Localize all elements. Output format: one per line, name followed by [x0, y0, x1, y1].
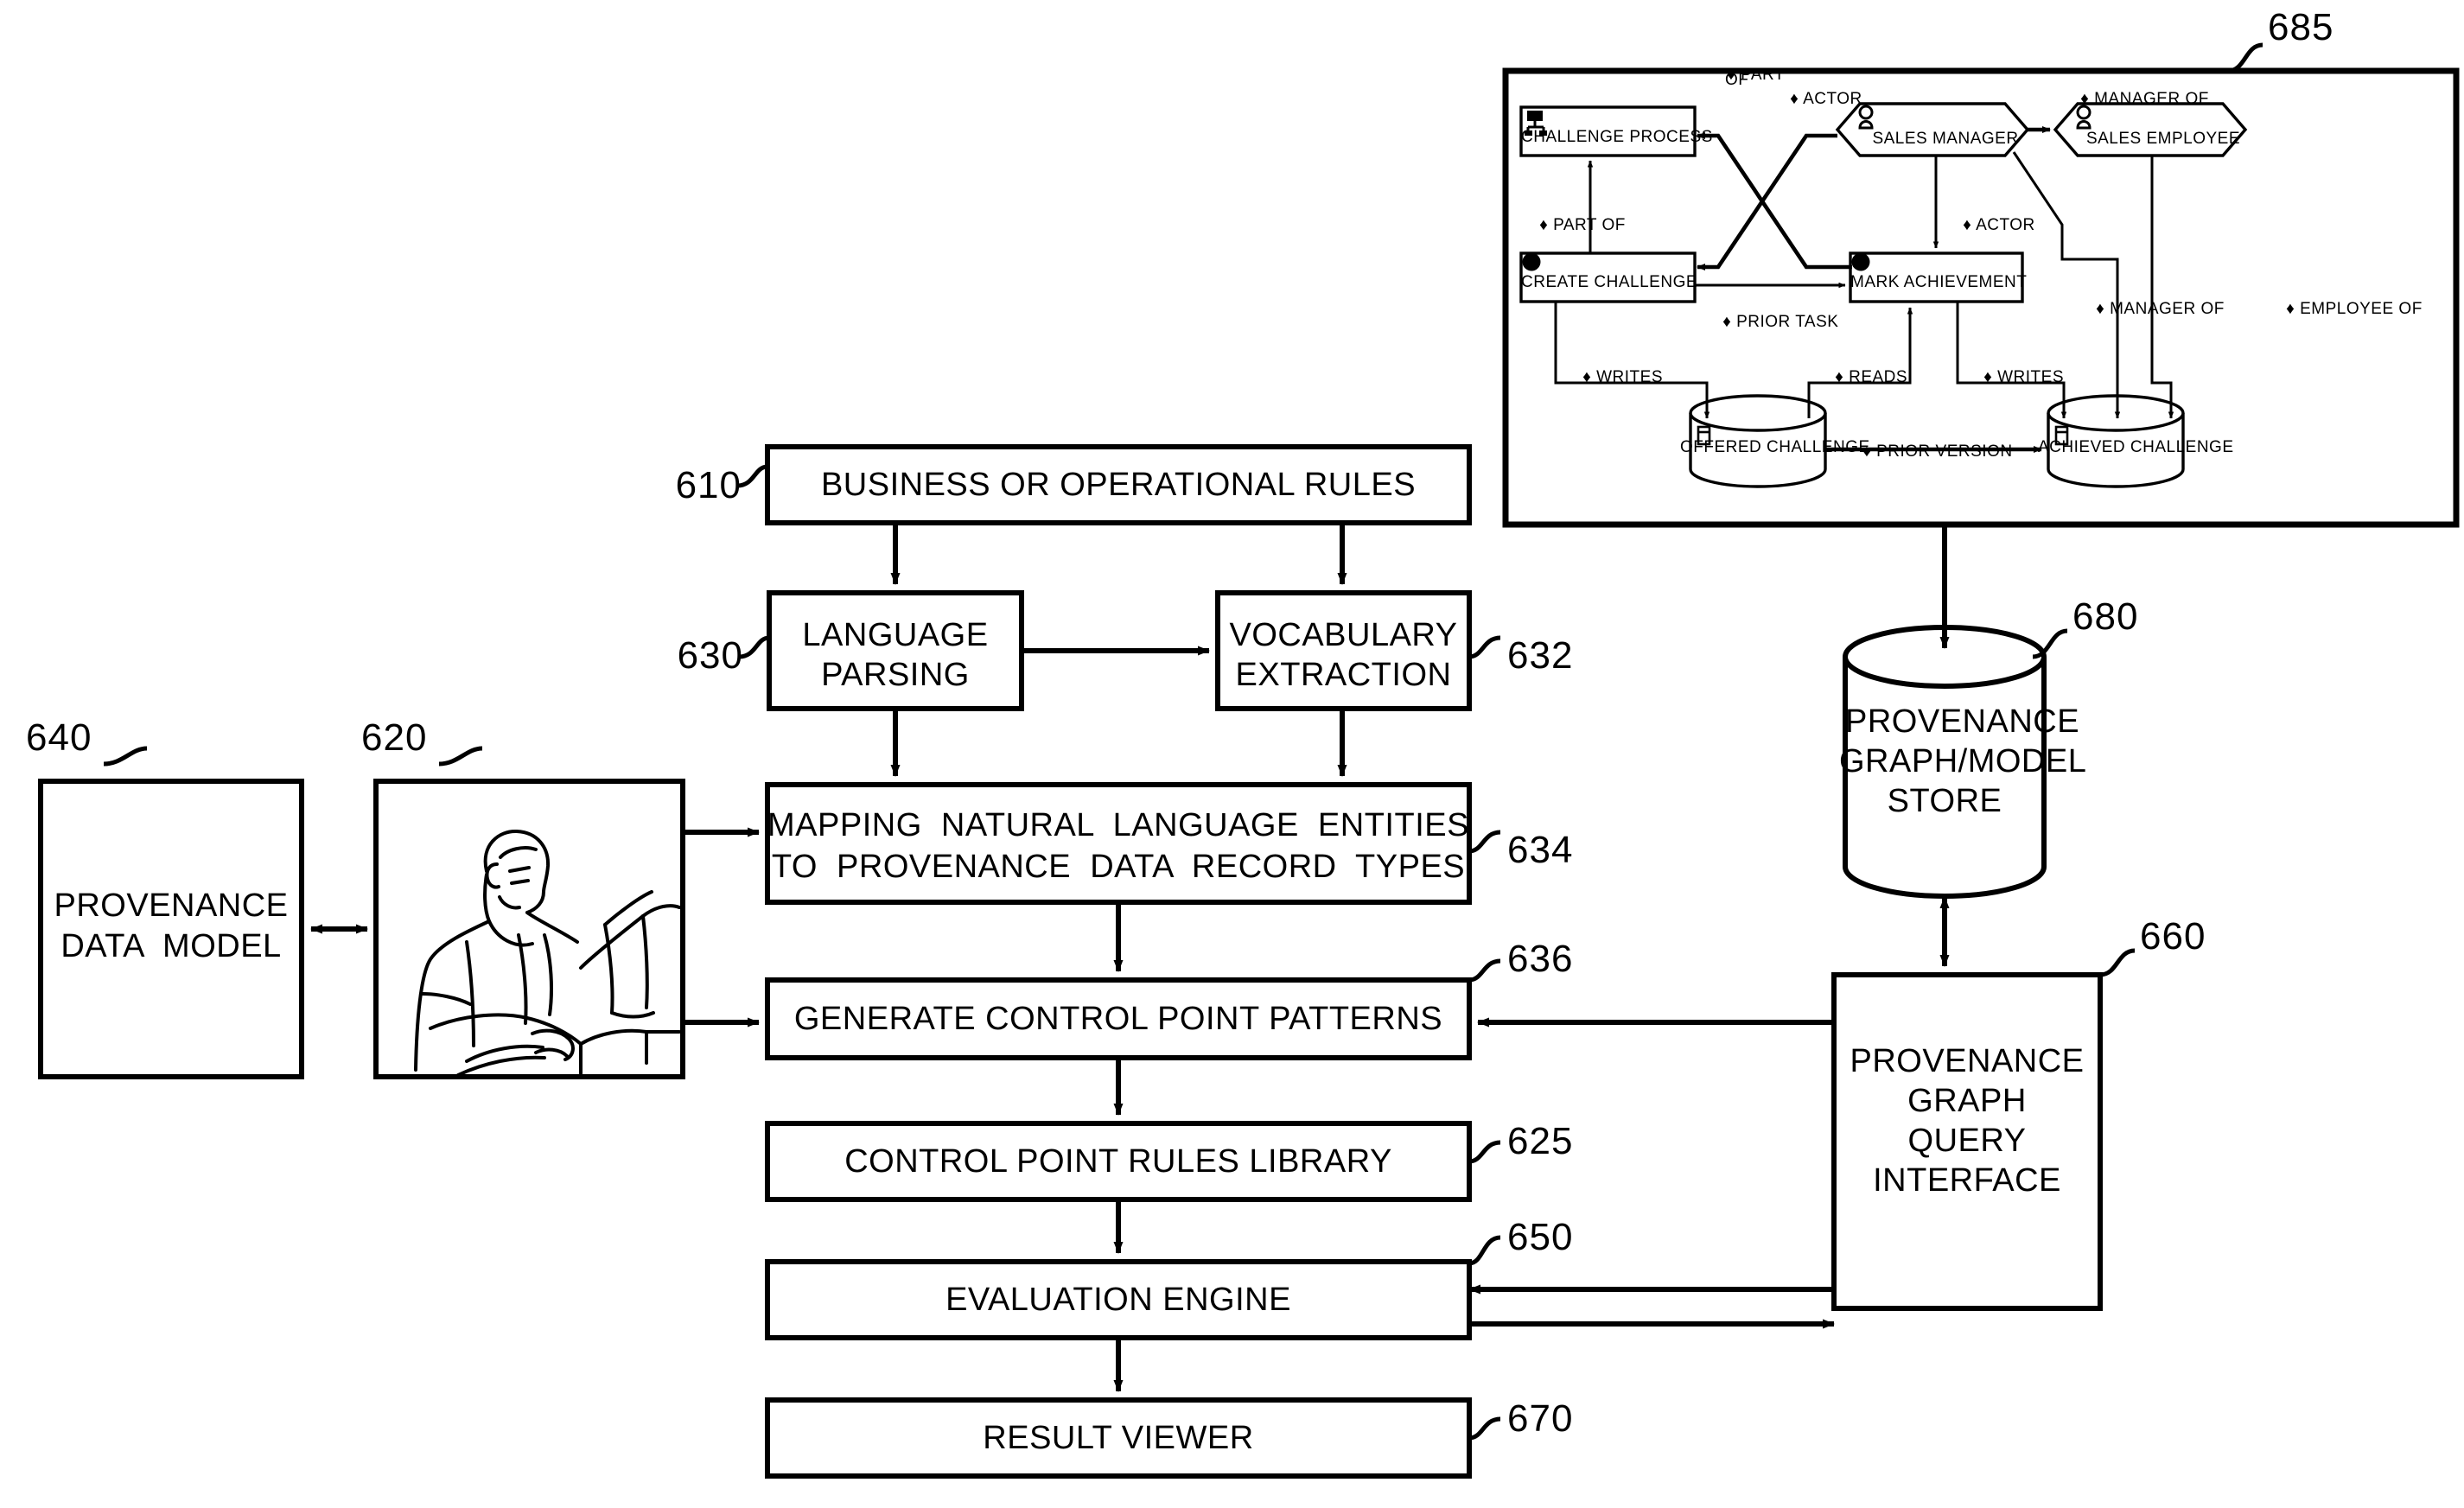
inset-edgelabel-part-of-left: ♦ PART OF	[1519, 197, 1658, 254]
inset-edgelabel-manager-of-top-text: MANAGER OF	[2094, 90, 2209, 108]
box-634-label-line1: MAPPING NATURAL LANGUAGE ENTITIES	[767, 807, 1469, 843]
ref-625: 625	[1507, 1120, 1574, 1162]
inset-label-create-challenge: CREATE CHALLENGE	[1521, 273, 1698, 291]
edge-marker-icon-5: ♦	[1963, 216, 1972, 234]
inset-edgelabel-writes-left: ♦ WRITES	[1563, 349, 1684, 406]
inset-edge-actor-top	[1697, 133, 1837, 270]
box-632-label-line1: VOCABULARY	[1229, 617, 1458, 653]
inset-edgelabel-writes-left-text: WRITES	[1596, 368, 1663, 386]
inset-edgelabel-actor-top-text: ACTOR	[1803, 90, 1862, 108]
ref-620: 620	[361, 716, 428, 759]
inset-edgelabel-writes-right: ♦ WRITES	[1964, 349, 2085, 406]
inset-edgelabel-part-of-left-text: PART OF	[1553, 216, 1626, 234]
inset-edge-part-of-top	[1697, 132, 1852, 270]
leader-650	[1468, 1235, 1501, 1266]
edge-marker-icon-4: ♦	[1539, 216, 1549, 234]
leader-670	[1468, 1416, 1501, 1441]
box-610-label: BUSINESS OR OPERATIONAL RULES	[820, 467, 1417, 503]
ref-636: 636	[1507, 938, 1574, 980]
inset-edgelabel-writes-right-text: WRITES	[1997, 368, 2064, 386]
inset-label-sales-employee: SALES EMPLOYEE	[2085, 130, 2241, 148]
inset-label-sales-manager: SALES MANAGER	[1872, 130, 2019, 148]
edge-marker-icon-2: ♦	[1790, 90, 1799, 108]
ref-670: 670	[1507, 1397, 1574, 1440]
ref-640: 640	[26, 716, 92, 759]
inset-label-mark-achievement: MARK ACHIEVEMENT	[1850, 273, 2028, 291]
ref-634: 634	[1507, 829, 1574, 871]
inset-edgelabel-employee-of-text: EMPLOYEE OF	[2300, 300, 2423, 318]
inset-edgelabel-prior-task-text: PRIOR TASK	[1736, 313, 1839, 331]
inset-edgelabel-employee-of: ♦ EMPLOYEE OF	[2266, 281, 2430, 338]
leader-610	[736, 464, 768, 488]
leader-632	[1468, 635, 1501, 659]
box-670-label: RESULT VIEWER	[983, 1420, 1254, 1456]
leader-636	[1468, 958, 1501, 983]
inset-edgelabel-actor-mid: ♦ ACTOR	[1943, 197, 2047, 254]
inset-edgelabel-reads: ♦ READS	[1815, 349, 1927, 406]
ref-685: 685	[2268, 6, 2334, 48]
ref-680: 680	[2072, 595, 2139, 638]
inset-edgelabel-manager-of-right: ♦ MANAGER OF	[2076, 281, 2232, 338]
leader-634	[1468, 830, 1501, 854]
inset-label-challenge-process: CHALLENGE PROCESS	[1521, 128, 1713, 146]
ref-660: 660	[2140, 915, 2206, 958]
ref-650: 650	[1507, 1216, 1574, 1258]
inset-edgelabel-actor-mid-text: ACTOR	[1976, 216, 2035, 234]
box-636-label: GENERATE CONTROL POINT PATTERNS	[793, 1001, 1443, 1037]
leader-685	[2227, 42, 2263, 73]
box-630-label-line1: LANGUAGE	[802, 617, 989, 653]
box-634-label-line2: TO PROVENANCE DATA RECORD TYPES	[771, 849, 1466, 885]
inset-edgelabel-manager-of-top: ♦ MANAGER OF	[2060, 71, 2233, 128]
edge-marker-icon-3: ♦	[2080, 90, 2090, 108]
leader-630	[738, 635, 770, 659]
task-dot-icon-mark	[1851, 252, 1870, 271]
box-660-label-line1: PROVENANCE	[1850, 1043, 2085, 1079]
inset-edgelabel-manager-of-right-text: MANAGER OF	[2110, 300, 2225, 318]
edge-marker-icon-10: ♦	[1835, 368, 1844, 386]
edge-marker-icon-9: ♦	[1582, 368, 1592, 386]
leader-625	[1468, 1140, 1501, 1164]
inset-edgelabel-prior-version-text: PRIOR VERSION	[1876, 442, 2013, 461]
ref-610: 610	[675, 464, 742, 506]
box-625-label: CONTROL POINT RULES LIBRARY	[844, 1143, 1392, 1180]
inset-edgelabel-reads-text: READS	[1849, 368, 1908, 386]
edge-marker-icon-8: ♦	[1722, 313, 1732, 331]
box-632-label-line2: EXTRACTION	[1235, 657, 1452, 693]
inset-edgelabel-actor-top: ♦ ACTOR	[1770, 71, 1865, 128]
cylinder-680-label-line3: STORE	[1887, 783, 2002, 819]
box-640-label-line1: PROVENANCE	[54, 888, 289, 924]
edge-marker-icon-11: ♦	[1983, 368, 1993, 386]
box-660-label-line4: INTERFACE	[1873, 1162, 2061, 1199]
edge-marker-icon-12: ♦	[1862, 442, 1872, 461]
ref-630: 630	[677, 634, 743, 677]
inset-label-offered-challenge: OFFERED CHALLENGE	[1680, 438, 1870, 456]
box-660-label-line3: QUERY	[1907, 1123, 2027, 1159]
figure-canvas: BUSINESS OR OPERATIONAL RULES LANGUAGE P…	[0, 0, 2464, 1508]
task-dot-icon-create	[1522, 252, 1541, 271]
inset-label-achieved-challenge: ACHIEVED CHALLENGE	[2038, 438, 2234, 456]
box-660-label-line2: GRAPH	[1907, 1083, 2027, 1119]
box-640-label-line2: DATA MODEL	[60, 928, 282, 964]
inset-edgelabel-prior-task: ♦ PRIOR TASK	[1703, 294, 1858, 351]
box-650-label: EVALUATION ENGINE	[945, 1282, 1291, 1318]
ref-632: 632	[1507, 634, 1574, 677]
edge-marker-icon-7: ♦	[2286, 300, 2295, 318]
inset-node-offered-challenge-top	[1689, 394, 1827, 432]
cylinder-680-label-line2: GRAPH/MODEL	[1839, 743, 2087, 779]
box-630-label-line2: PARSING	[821, 657, 970, 693]
cylinder-680-label-line1: PROVENANCE	[1845, 703, 2080, 740]
inset-edgelabel-prior-version: ♦ PRIOR VERSION	[1843, 423, 2041, 480]
leader-660	[2099, 948, 2136, 977]
edge-marker-icon-6: ♦	[2096, 300, 2105, 318]
user-at-computer-illustration	[414, 829, 681, 1077]
